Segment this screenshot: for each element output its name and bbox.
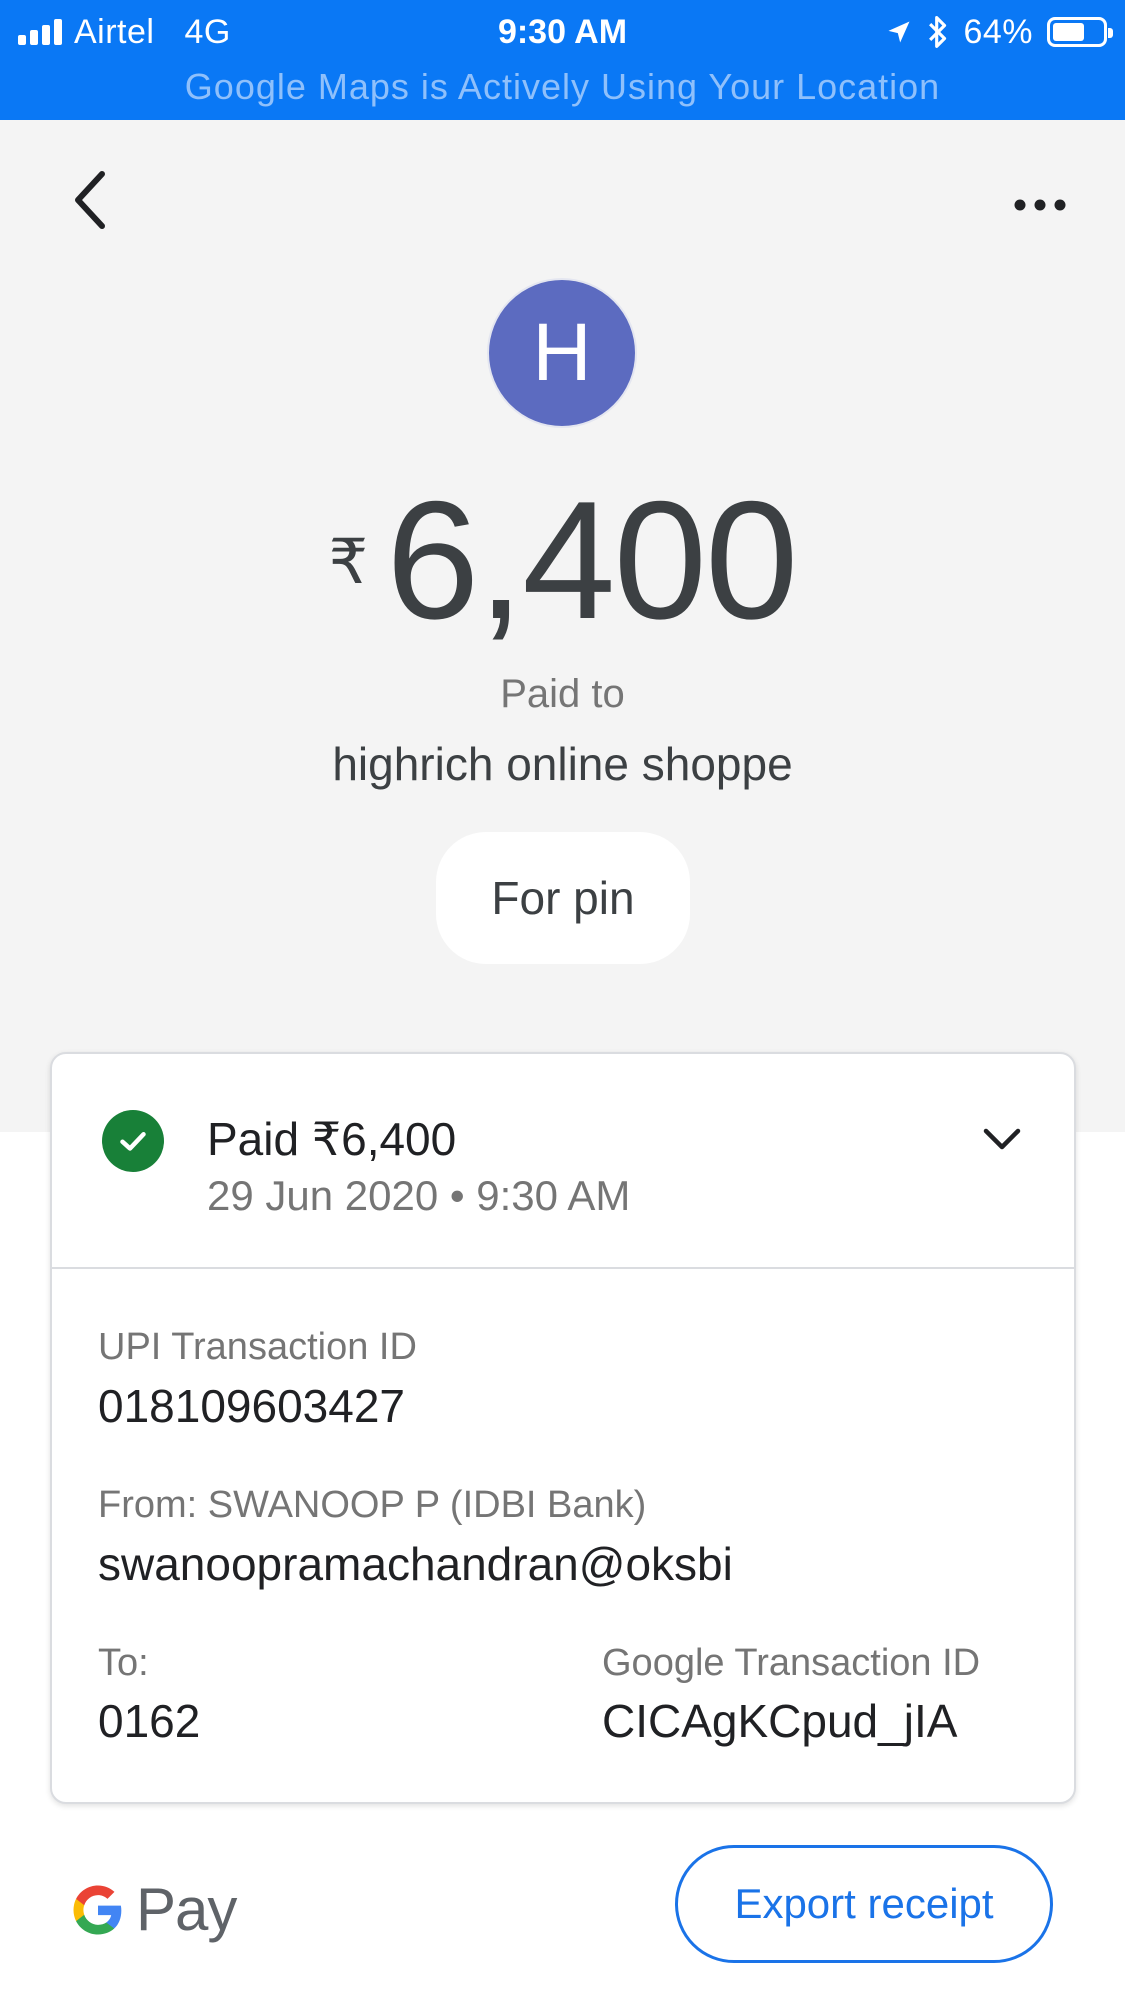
bluetooth-icon (929, 16, 947, 48)
transaction-details-card: Paid ₹6,400 29 Jun 2020 • 9:30 AM UPI Tr… (50, 1052, 1076, 1804)
status-bar: Airtel 4G 9:30 AM 64% Google Maps is Act… (0, 0, 1125, 120)
amount-value: 6,400 (386, 466, 798, 654)
to-label: To: (98, 1642, 149, 1684)
from-value: swanoopramachandran@oksbi (98, 1538, 733, 1590)
back-button[interactable] (55, 165, 125, 235)
amount-display: ₹ 6,400 (0, 470, 1125, 650)
to-value: 0162 (98, 1695, 201, 1747)
google-g-icon (73, 1885, 122, 1934)
back-arrow-icon (75, 171, 105, 229)
battery-fill (1053, 23, 1084, 41)
expand-button[interactable] (972, 1109, 1032, 1169)
transaction-status-row[interactable]: Paid ₹6,400 29 Jun 2020 • 9:30 AM (52, 1054, 1074, 1269)
status-datetime: 29 Jun 2020 • 9:30 AM (207, 1172, 631, 1219)
currency-symbol: ₹ (328, 528, 369, 597)
from-label: From: SWANOOP P (IDBI Bank) (98, 1484, 647, 1526)
payee-name: highrich online shoppe (332, 738, 793, 790)
status-title: Paid ₹6,400 (207, 1113, 457, 1165)
status-right: 64% (885, 10, 1113, 54)
more-options-icon (1014, 199, 1066, 211)
more-options-button[interactable] (1000, 175, 1080, 235)
battery-percent: 64% (963, 12, 1033, 51)
check-circle-icon (102, 1110, 164, 1172)
upi-transaction-id-value: 018109603427 (98, 1380, 405, 1432)
payee-avatar: H (487, 278, 637, 428)
google-pay-logo: Pay (70, 1875, 237, 1944)
google-transaction-id-label: Google Transaction ID (602, 1642, 981, 1684)
upi-transaction-id-label: UPI Transaction ID (98, 1326, 417, 1368)
location-arrow-icon (888, 21, 910, 43)
battery-icon (1047, 17, 1113, 47)
chevron-down-icon (983, 1128, 1021, 1150)
pay-wordmark: Pay (136, 1876, 237, 1943)
export-receipt-button[interactable]: Export receipt (675, 1845, 1053, 1963)
location-banner[interactable]: Google Maps is Actively Using Your Locat… (0, 66, 1125, 108)
google-transaction-id-value: CICAgKCpud_jIA (602, 1695, 958, 1747)
payment-note: For pin (436, 832, 690, 964)
paid-to-label: Paid to (500, 672, 625, 716)
